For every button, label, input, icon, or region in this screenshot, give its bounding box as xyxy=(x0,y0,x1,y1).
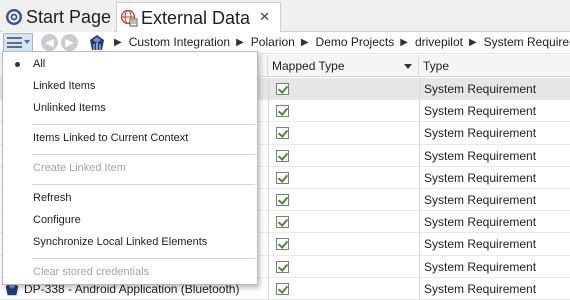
cell-type: System Requirement xyxy=(419,277,570,300)
cell-type: System Requirement xyxy=(419,188,570,211)
mapped-checkbox[interactable] xyxy=(276,282,289,295)
polarion-logo-icon[interactable] xyxy=(88,34,106,52)
item-type: System Requirement xyxy=(424,104,537,119)
cell-mapped xyxy=(268,166,419,189)
item-type: System Requirement xyxy=(424,192,537,207)
item-type: System Requirement xyxy=(424,148,537,163)
item-type: System Requirement xyxy=(424,170,537,185)
cell-type: System Requirement xyxy=(419,78,570,100)
cell-mapped xyxy=(268,255,419,278)
breadcrumb-item[interactable]: Custom Integration xyxy=(129,35,230,49)
item-type: System Requirement xyxy=(424,237,537,252)
breadcrumb-separator: ▶ xyxy=(236,36,244,48)
cell-type: System Requirement xyxy=(419,211,570,234)
item-type: System Requirement xyxy=(424,126,537,141)
cell-type: System Requirement xyxy=(419,144,570,167)
mapped-checkbox[interactable] xyxy=(276,193,289,206)
item-type: System Requirement xyxy=(424,215,537,230)
external-data-globe-icon xyxy=(120,9,138,27)
hamburger-menu-button[interactable] xyxy=(3,33,33,52)
column-header-label: Mapped Type xyxy=(272,59,345,73)
tab-start-page[interactable]: Start Page xyxy=(2,2,114,32)
cell-type: System Requirement xyxy=(419,255,570,278)
mapped-checkbox[interactable] xyxy=(276,83,289,95)
mapped-checkbox[interactable] xyxy=(276,127,289,140)
menu-separator xyxy=(32,154,255,155)
selected-bullet-icon xyxy=(15,62,20,67)
breadcrumb-item[interactable]: Demo Projects xyxy=(316,35,395,49)
menu-item-3[interactable]: Items Linked to Current Context xyxy=(3,128,257,148)
cell-mapped xyxy=(268,233,419,256)
menu-item-0[interactable]: All xyxy=(3,54,257,74)
item-type: System Requirement xyxy=(424,281,537,296)
mapped-checkbox[interactable] xyxy=(276,216,289,229)
menu-item-label: Refresh xyxy=(33,192,72,204)
breadcrumb: ▶ Custom Integration ▶ Polarion ▶ Demo P… xyxy=(108,35,570,49)
column-header-type[interactable]: Type xyxy=(419,55,570,77)
filter-dropdown-menu: All Linked Items Unlinked Items Items Linke… xyxy=(2,51,258,285)
menu-separator xyxy=(32,184,255,185)
mapped-checkbox[interactable] xyxy=(276,238,289,251)
menu-item-label: All xyxy=(33,58,46,70)
tab-strip: Start Page External Data ✕ xyxy=(0,0,570,33)
menu-separator xyxy=(32,258,255,259)
mapped-checkbox[interactable] xyxy=(276,105,289,118)
cell-type: System Requirement xyxy=(419,233,570,256)
cell-mapped xyxy=(268,211,419,234)
item-type: System Requirement xyxy=(424,259,537,274)
menu-item-5[interactable]: Refresh xyxy=(3,188,257,208)
menu-item-label: Synchronize Local Linked Elements xyxy=(33,236,208,248)
tab-label: External Data xyxy=(141,7,251,28)
mapped-checkbox[interactable] xyxy=(276,171,289,184)
close-icon[interactable]: ✕ xyxy=(259,9,270,25)
menu-item-1[interactable]: Linked Items xyxy=(3,76,257,96)
menu-item-7[interactable]: Synchronize Local Linked Elements xyxy=(3,232,257,252)
cell-mapped xyxy=(268,122,419,145)
item-type: System Requirement xyxy=(424,82,537,96)
chevron-down-icon[interactable] xyxy=(404,64,412,69)
menu-separator xyxy=(32,124,255,125)
cell-type: System Requirement xyxy=(419,100,570,123)
cell-mapped xyxy=(268,100,419,123)
menu-item-label: Create Linked Item xyxy=(33,162,126,174)
column-header-mapped-type[interactable]: Mapped Type xyxy=(268,55,419,77)
menu-item-label: Items Linked to Current Context xyxy=(33,132,189,144)
column-header-label: Type xyxy=(423,59,450,73)
mapped-checkbox[interactable] xyxy=(276,149,289,162)
menu-item-4: Create Linked Item xyxy=(3,158,257,178)
hamburger-menu-icon xyxy=(7,37,22,48)
forward-arrow-icon[interactable]: ▶ xyxy=(61,34,78,51)
breadcrumb-item[interactable]: System Requirement xyxy=(484,35,570,49)
menu-item-8: Clear stored credentials xyxy=(3,262,257,282)
tab-external-data[interactable]: External Data ✕ xyxy=(116,2,281,33)
tab-label: Start Page xyxy=(26,6,112,27)
menu-item-6[interactable]: Configure xyxy=(3,210,257,230)
cell-type: System Requirement xyxy=(419,122,570,145)
menu-item-label: Clear stored credentials xyxy=(33,266,150,278)
menu-item-label: Configure xyxy=(33,214,81,226)
breadcrumb-separator: ▶ xyxy=(300,36,309,48)
breadcrumb-item[interactable]: drivepilot xyxy=(415,35,463,49)
start-page-icon xyxy=(6,9,22,25)
menu-item-2[interactable]: Unlinked Items xyxy=(3,98,257,118)
breadcrumb-item[interactable]: Polarion xyxy=(251,35,295,49)
menu-item-label: Linked Items xyxy=(33,80,96,92)
cell-mapped xyxy=(268,188,419,211)
cell-mapped xyxy=(268,144,419,167)
breadcrumb-separator: ▶ xyxy=(114,36,122,48)
menu-item-label: Unlinked Items xyxy=(33,102,106,114)
breadcrumb-separator: ▶ xyxy=(468,36,477,48)
cell-type: System Requirement xyxy=(419,166,570,189)
mapped-checkbox[interactable] xyxy=(276,260,289,273)
chevron-down-icon xyxy=(24,40,30,44)
cell-mapped xyxy=(268,277,419,300)
breadcrumb-separator: ▶ xyxy=(400,36,408,48)
back-arrow-icon[interactable]: ◀ xyxy=(41,34,58,51)
cell-mapped xyxy=(268,78,419,100)
